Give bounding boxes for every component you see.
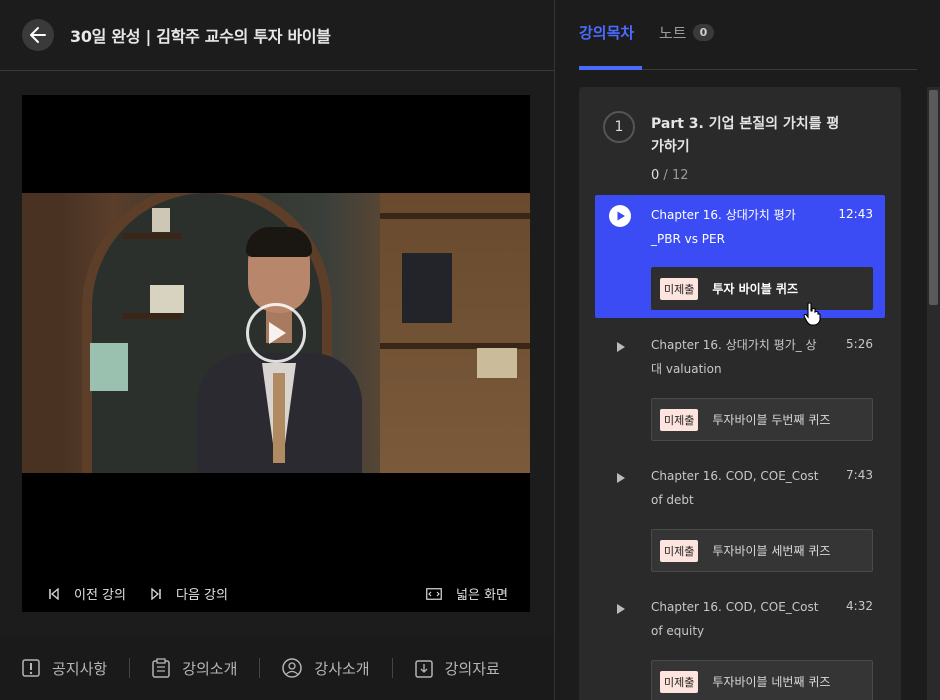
next-lecture-button[interactable]: 다음 강의 bbox=[150, 584, 228, 603]
shelf bbox=[122, 233, 182, 239]
scrollbar-thumb[interactable] bbox=[929, 90, 938, 305]
notes-count-badge: 0 bbox=[692, 24, 715, 41]
play-icon bbox=[269, 322, 286, 344]
tab-curriculum[interactable]: 강의목차 bbox=[579, 22, 634, 43]
shelf-book bbox=[477, 348, 517, 378]
hand-cursor-icon bbox=[803, 302, 821, 326]
quiz-title: 투자 바이블 퀴즈 bbox=[712, 282, 799, 296]
right-pane: 강의목차 노트 0 1 Part 3. 기업 본질의 가치를 평가하기 0 / … bbox=[555, 0, 940, 700]
download-icon bbox=[414, 660, 433, 678]
quiz-status-badge: 미제출 bbox=[660, 539, 699, 562]
tab-notes-label: 노트 bbox=[659, 24, 687, 42]
play-triangle-icon bbox=[617, 342, 625, 352]
shelf bbox=[380, 213, 530, 219]
shelf-frame bbox=[402, 253, 452, 323]
lecture-title: Chapter 16. 상대가치 평가_ 상대 valuation bbox=[651, 338, 817, 376]
video-player[interactable]: 이전 강의 다음 강의 넓은 화면 bbox=[22, 95, 530, 612]
lecture-item[interactable]: Chapter 16. COD, COE_Cost of debt 7:43 미… bbox=[595, 464, 885, 574]
skip-next-icon bbox=[151, 587, 161, 600]
video-frame[interactable] bbox=[22, 193, 530, 473]
lecture-item[interactable]: Chapter 16. 상대가치 평가_ 상대 valuation 5:26 미… bbox=[595, 333, 885, 443]
prev-lecture-label: 이전 강의 bbox=[74, 588, 126, 603]
lecture-item[interactable]: Chapter 16. COD, COE_Cost of equity 4:32… bbox=[595, 595, 885, 700]
header: 30일 완성 | 김학주 교수의 투자 바이블 bbox=[0, 0, 554, 71]
play-triangle-icon bbox=[617, 604, 625, 614]
curriculum-list[interactable]: 1 Part 3. 기업 본질의 가치를 평가하기 0 / 12 Chapter… bbox=[579, 87, 901, 700]
quiz-title: 투자바이블 네번째 퀴즈 bbox=[712, 675, 831, 689]
back-button[interactable] bbox=[22, 19, 54, 51]
wide-screen-button[interactable]: 넓은 화면 bbox=[426, 584, 508, 603]
course-title: 30일 완성 | 김학주 교수의 투자 바이블 bbox=[70, 27, 331, 46]
bookshelf-left bbox=[22, 193, 62, 473]
instructor-tie bbox=[273, 373, 285, 463]
part-number: 1 bbox=[603, 111, 635, 143]
next-lecture-label: 다음 강의 bbox=[176, 588, 228, 603]
quiz-item[interactable]: 미제출 투자바이블 세번째 퀴즈 bbox=[651, 529, 873, 572]
right-tab-bar: 강의목차 노트 0 bbox=[579, 0, 917, 70]
clipboard-icon bbox=[152, 658, 170, 678]
part-title: Part 3. 기업 본질의 가치를 평가하기 bbox=[651, 116, 840, 155]
lecture-title: Chapter 16. COD, COE_Cost of equity bbox=[651, 600, 819, 638]
quiz-title: 투자바이블 세번째 퀴즈 bbox=[712, 544, 831, 558]
shelf bbox=[122, 313, 182, 319]
part-progress: 0 / 12 bbox=[651, 168, 689, 183]
quiz-status-badge: 미제출 bbox=[660, 408, 699, 431]
wide-screen-label: 넓은 화면 bbox=[456, 588, 508, 603]
play-triangle-icon bbox=[617, 473, 625, 483]
tab-separator bbox=[129, 658, 131, 678]
tab-notice[interactable]: 공지사항 bbox=[22, 658, 107, 679]
skip-prev-icon bbox=[49, 587, 59, 600]
tab-course-intro-label: 강의소개 bbox=[182, 659, 238, 678]
tab-instructor-intro[interactable]: 강사소개 bbox=[282, 658, 370, 679]
shelf-book bbox=[150, 285, 184, 313]
active-tab-indicator bbox=[579, 66, 642, 70]
quiz-item[interactable]: 미제출 투자바이블 네번째 퀴즈 bbox=[651, 660, 873, 700]
lecture-duration: 5:26 bbox=[846, 337, 873, 351]
bookshelf-right bbox=[380, 193, 530, 473]
quiz-status-badge: 미제출 bbox=[660, 670, 699, 693]
bottom-tab-bar: 공지사항 강의소개 강사소개 강의자료 bbox=[0, 636, 554, 700]
wide-screen-icon bbox=[426, 587, 442, 600]
play-button[interactable] bbox=[246, 303, 306, 363]
lecture-title: Chapter 16. 상대가치 평가 _PBR vs PER bbox=[651, 208, 796, 246]
tab-notice-label: 공지사항 bbox=[52, 659, 108, 678]
arrow-left-icon bbox=[30, 27, 46, 43]
lecture-title: Chapter 16. COD, COE_Cost of debt bbox=[651, 469, 819, 507]
progress-total: 12 bbox=[671, 168, 689, 183]
quiz-item[interactable]: 미제출 투자 바이블 퀴즈 bbox=[651, 267, 873, 310]
quiz-status-badge: 미제출 bbox=[660, 277, 699, 300]
shelf-book bbox=[152, 208, 170, 232]
play-circle-icon bbox=[609, 205, 631, 227]
tab-separator bbox=[391, 658, 393, 678]
prev-lecture-button[interactable]: 이전 강의 bbox=[48, 584, 126, 603]
lecture-duration: 7:43 bbox=[846, 468, 873, 482]
tab-materials[interactable]: 강의자료 bbox=[414, 658, 500, 679]
quiz-item[interactable]: 미제출 투자바이블 두번째 퀴즈 bbox=[651, 398, 873, 441]
tab-course-intro[interactable]: 강의소개 bbox=[152, 658, 237, 679]
left-pane: 30일 완성 | 김학주 교수의 투자 바이블 이전 강의 다음 강의 넓은 화… bbox=[0, 0, 554, 700]
tab-instructor-intro-label: 강사소개 bbox=[314, 659, 370, 678]
alert-icon bbox=[22, 659, 40, 677]
lecture-duration: 12:43 bbox=[838, 207, 873, 221]
quiz-title: 투자바이블 두번째 퀴즈 bbox=[712, 413, 831, 427]
tab-notes[interactable]: 노트 0 bbox=[659, 22, 715, 43]
tab-materials-label: 강의자료 bbox=[444, 659, 500, 678]
progress-done: 0 bbox=[651, 168, 660, 183]
shelf-book bbox=[90, 343, 128, 391]
user-icon bbox=[282, 658, 303, 678]
progress-separator: / bbox=[663, 168, 668, 183]
tab-separator bbox=[259, 658, 261, 678]
lecture-item[interactable]: Chapter 16. 상대가치 평가 _PBR vs PER 12:43 미제… bbox=[595, 195, 885, 318]
lecture-duration: 4:32 bbox=[846, 599, 873, 613]
instructor-hair bbox=[246, 227, 312, 257]
